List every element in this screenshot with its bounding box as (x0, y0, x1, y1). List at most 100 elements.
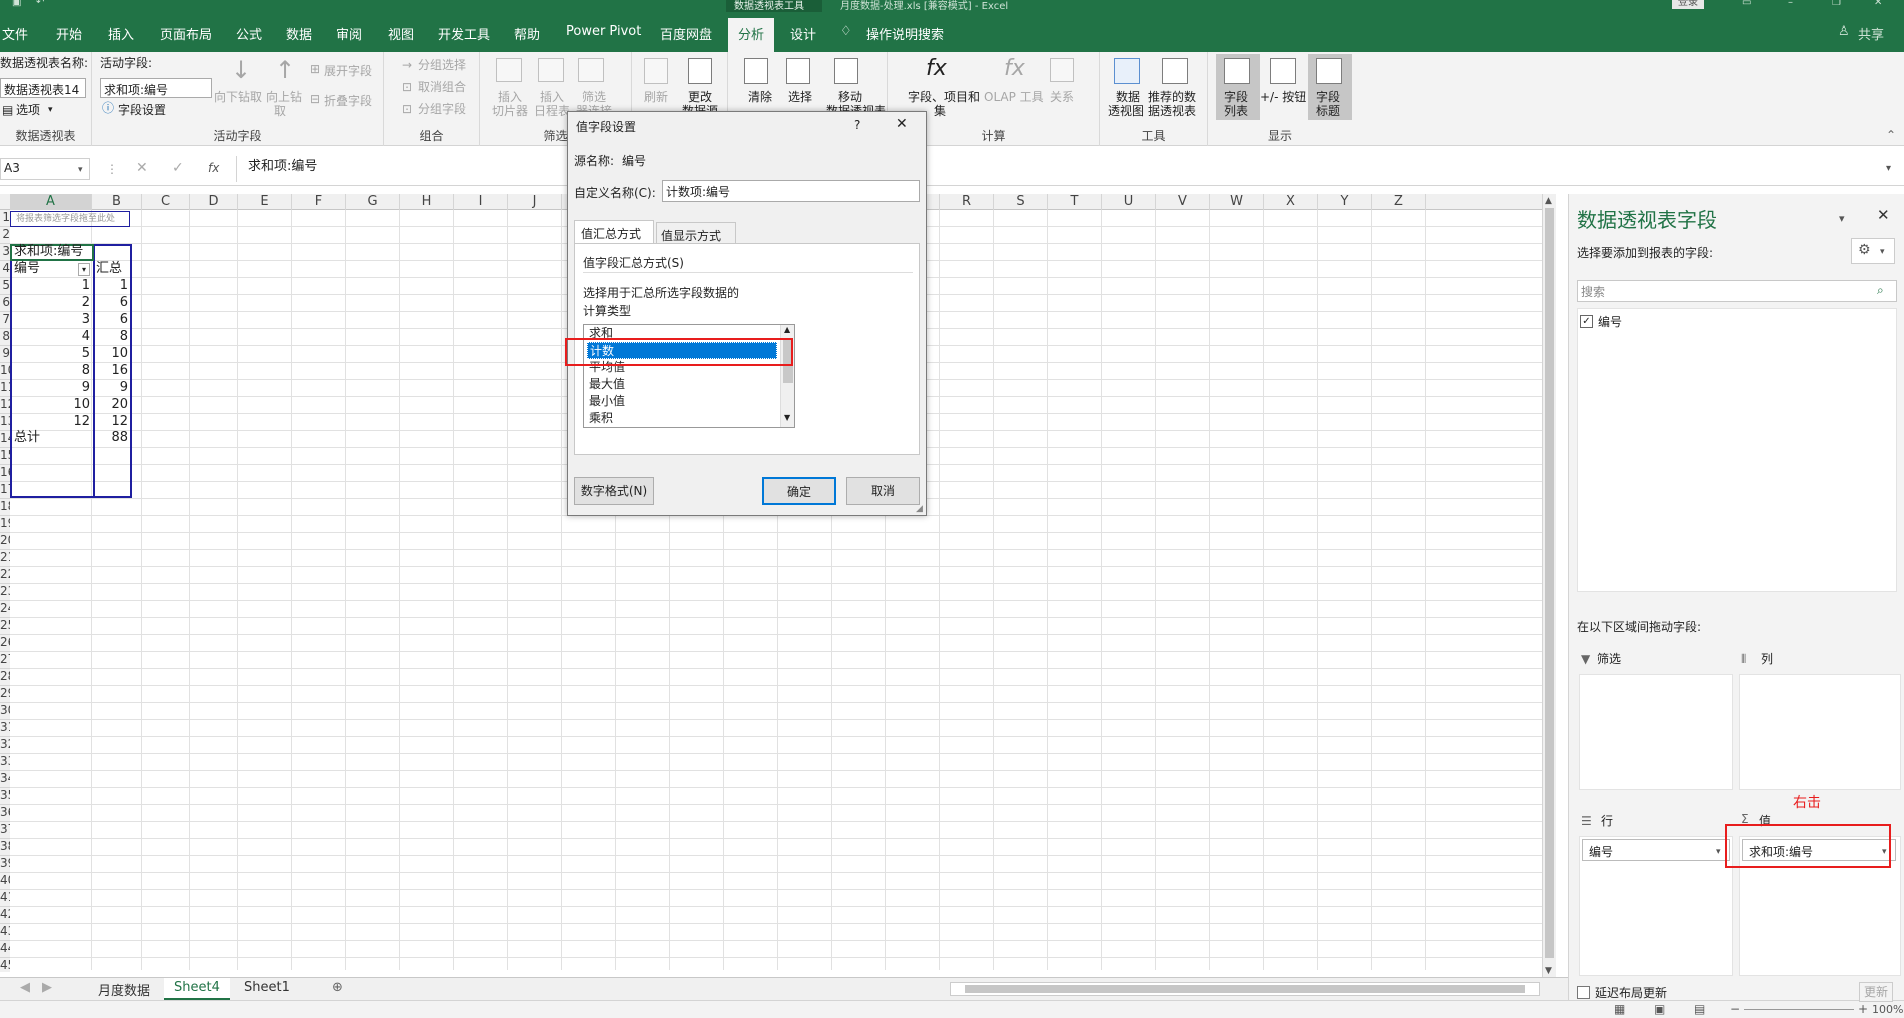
field-settings-button[interactable]: 字段设置 (118, 103, 166, 117)
field-pane-menu-icon[interactable]: ▾ (1839, 212, 1845, 226)
tab-analyze[interactable]: 分析 (728, 18, 775, 52)
row-label-filter-dropdown-icon[interactable]: ▾ (78, 263, 90, 276)
filter-drop-area[interactable] (1579, 674, 1733, 790)
row-header[interactable]: 33 (0, 754, 10, 771)
sheet-tab-monthly[interactable]: 月度数据 (88, 978, 160, 1000)
field-settings-icon[interactable]: ⓘ (102, 101, 114, 115)
row-header[interactable]: 31 (0, 720, 10, 737)
name-box-dropdown-icon[interactable]: ▾ (78, 163, 83, 177)
move-pivot-button[interactable]: 移动 (838, 90, 862, 104)
row-header[interactable]: 43 (0, 924, 10, 941)
fields-items-icon[interactable]: fx (926, 54, 947, 84)
field-checkbox-icon[interactable]: ✓ (1580, 315, 1593, 328)
row-header[interactable]: 41 (0, 890, 10, 907)
row-field-item[interactable]: 编号 (1582, 839, 1730, 861)
row-header[interactable]: 16 (0, 465, 10, 482)
row-header[interactable]: 2 (0, 227, 10, 244)
row-header[interactable]: 10 (0, 363, 10, 380)
tab-design[interactable]: 设计 (790, 24, 816, 43)
column-header[interactable]: Y (1318, 194, 1372, 210)
formula-input[interactable]: 求和项:编号 (248, 160, 317, 174)
tab-summarize-by[interactable]: 值汇总方式 (574, 220, 654, 244)
row-header[interactable]: 32 (0, 737, 10, 754)
collapse-ribbon-icon[interactable]: ⌃ (1886, 128, 1896, 142)
defer-update-checkbox[interactable] (1577, 986, 1590, 999)
custom-name-input[interactable]: 计数项:编号 (662, 180, 920, 202)
row-header[interactable]: 11 (0, 380, 10, 397)
row-header[interactable]: 18 (0, 499, 10, 516)
field-pane-settings-button[interactable]: ⚙ ▾ (1851, 238, 1895, 264)
row-header[interactable]: 29 (0, 686, 10, 703)
change-source-icon[interactable] (688, 58, 712, 84)
row-header[interactable]: 27 (0, 652, 10, 669)
scroll-thumb[interactable] (1545, 208, 1554, 958)
row-header[interactable]: 30 (0, 703, 10, 720)
update-button[interactable]: 更新 (1859, 982, 1894, 1002)
save-icon[interactable]: ▣ (12, 0, 21, 8)
pivot-name-input[interactable]: 数据透视表14 (0, 78, 86, 98)
field-list-button[interactable]: 字段 (1224, 90, 1248, 104)
tab-help[interactable]: 帮助 (514, 24, 540, 43)
zoom-out-icon[interactable]: − (1730, 1002, 1740, 1016)
tab-review[interactable]: 审阅 (336, 24, 362, 43)
move-pivot-icon[interactable] (834, 58, 858, 84)
row-header[interactable]: 44 (0, 941, 10, 958)
share-button[interactable]: 共享 (1858, 24, 1884, 43)
clear-button[interactable]: 清除 (748, 90, 772, 104)
next-sheet-icon[interactable]: ▶ (32, 978, 62, 1000)
tab-insert[interactable]: 插入 (108, 24, 134, 43)
field-search-input[interactable]: 搜索 (1577, 280, 1897, 302)
plus-minus-icon[interactable] (1270, 58, 1296, 84)
pivot-chart-button-line2[interactable]: 透视图 (1108, 104, 1144, 118)
zoom-level[interactable]: 100% (1872, 1003, 1903, 1017)
row-header[interactable]: 24 (0, 601, 10, 618)
row-header[interactable]: 7 (0, 312, 10, 329)
fields-items-button[interactable]: 字段、项目和 (908, 90, 980, 104)
field-item-label[interactable]: 编号 (1598, 315, 1622, 329)
fields-items-button-line2[interactable]: 集 (934, 104, 946, 118)
add-sheet-icon[interactable]: ⊕ (322, 978, 353, 1000)
options-icon[interactable]: ▤ (2, 103, 13, 117)
tab-power-pivot[interactable]: Power Pivot (566, 24, 641, 39)
listbox-scroll-up-icon[interactable]: ▲ (784, 325, 790, 334)
pivot-chart-button[interactable]: 数据 (1116, 90, 1140, 104)
row-header[interactable]: 21 (0, 550, 10, 567)
column-header[interactable]: U (1102, 194, 1156, 210)
row-header[interactable]: 15 (0, 448, 10, 465)
dialog-help-button[interactable]: ? (854, 118, 860, 132)
dialog-resize-grip-icon[interactable]: ◢ (916, 504, 923, 514)
select-button[interactable]: 选择 (788, 90, 812, 104)
field-list-button-line2[interactable]: 列表 (1224, 104, 1248, 118)
list-item-product[interactable]: 乘积 (587, 410, 777, 427)
column-header[interactable]: X (1264, 194, 1318, 210)
tab-view[interactable]: 视图 (388, 24, 414, 43)
row-header[interactable]: 20 (0, 533, 10, 550)
row-header[interactable]: 4 (0, 261, 10, 278)
tab-formulas[interactable]: 公式 (236, 24, 262, 43)
zoom-slider[interactable] (1744, 1009, 1854, 1010)
row-header[interactable]: 26 (0, 635, 10, 652)
dialog-close-icon[interactable]: ✕ (896, 116, 908, 132)
column-header[interactable]: Z (1372, 194, 1426, 210)
column-header[interactable]: F (292, 194, 346, 210)
tab-data[interactable]: 数据 (286, 24, 312, 43)
horizontal-scroll-thumb[interactable] (965, 985, 1525, 993)
row-header[interactable]: 9 (0, 346, 10, 363)
field-pane-close-icon[interactable]: ✕ (1877, 208, 1890, 223)
row-header[interactable]: 12 (0, 397, 10, 414)
row-header[interactable]: 38 (0, 839, 10, 856)
login-button[interactable]: 登录 (1672, 0, 1704, 9)
row-header[interactable]: 8 (0, 329, 10, 346)
row-header[interactable]: 37 (0, 822, 10, 839)
pivot-chart-icon[interactable] (1114, 58, 1140, 84)
row-header[interactable]: 19 (0, 516, 10, 533)
search-icon[interactable]: ⌕ (1877, 283, 1884, 297)
scroll-up-icon[interactable]: ▲ (1545, 194, 1552, 208)
row-header[interactable]: 23 (0, 584, 10, 601)
column-header[interactable]: C (142, 194, 190, 210)
vertical-scrollbar[interactable]: ▲ ▼ (1542, 194, 1556, 978)
confirm-entry-icon[interactable]: ✓ (172, 161, 184, 175)
column-header[interactable]: J (508, 194, 562, 210)
close-window-icon[interactable]: ✕ (1874, 0, 1882, 8)
columns-drop-area[interactable] (1739, 674, 1901, 790)
